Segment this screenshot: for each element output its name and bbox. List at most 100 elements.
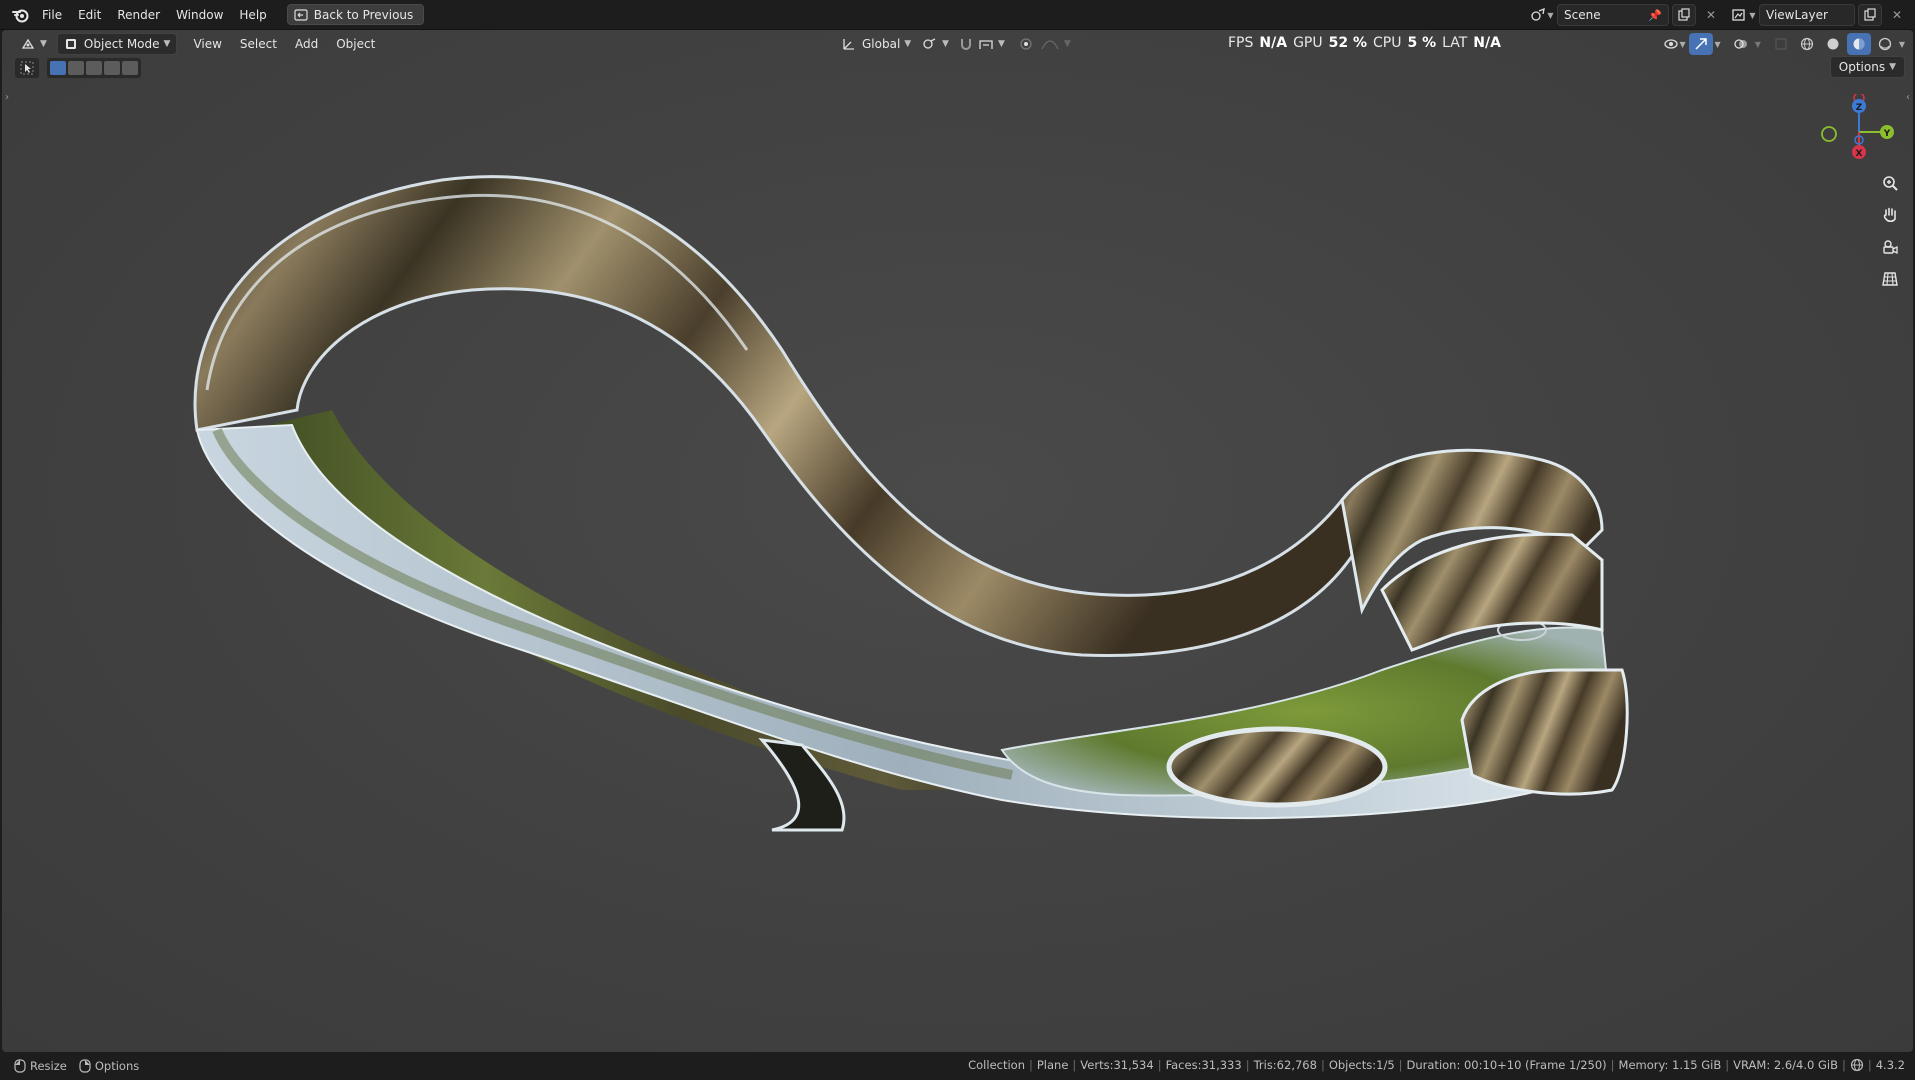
select-invert-mode[interactable] (104, 61, 120, 75)
viewport-header: ▼ Object Mode ▼ View Select Add Object G… (2, 30, 1913, 58)
workspace-selectors: ▼ Scene 📌 ✕ ▼ ViewLayer ✕ (1530, 4, 1909, 26)
view-layer-type-icon[interactable]: ▼ (1732, 4, 1756, 26)
zoom-icon[interactable] (1877, 170, 1903, 196)
menu-file[interactable]: File (34, 4, 70, 26)
cpu-label: CPU (1373, 35, 1402, 51)
blender-logo-icon[interactable] (8, 4, 34, 26)
back-screen-icon (294, 8, 308, 21)
lat-label: LAT (1442, 35, 1468, 51)
object-mode-dropdown[interactable]: Object Mode ▼ (56, 33, 178, 55)
solid-shading-icon[interactable] (1821, 33, 1845, 55)
menu-render[interactable]: Render (109, 4, 168, 26)
select-intersect-mode[interactable] (122, 61, 138, 75)
lat-value: N/A (1473, 35, 1501, 51)
select-subtract-mode[interactable] (86, 61, 102, 75)
stat-memory: Memory: 1.15 GiB (1618, 1058, 1722, 1072)
wireframe-shading-icon[interactable] (1795, 33, 1819, 55)
scene-type-icon[interactable]: ▼ (1530, 4, 1554, 26)
chevron-down-icon: ▼ (163, 39, 171, 49)
menu-object[interactable]: Object (330, 33, 381, 55)
menu-select[interactable]: Select (234, 33, 283, 55)
object-mode-label: Object Mode (83, 37, 160, 51)
back-to-previous-button[interactable]: Back to Previous (286, 4, 425, 25)
options-label: Options (1838, 60, 1886, 74)
camera-icon[interactable] (1877, 234, 1903, 260)
menu-edit[interactable]: Edit (70, 4, 109, 26)
proportional-editing-toggle[interactable]: ▼ (1012, 33, 1077, 55)
view-layer-field[interactable]: ViewLayer (1759, 4, 1855, 26)
options-hint: Options (94, 1059, 140, 1073)
proportional-icon (1020, 38, 1032, 50)
editor-type-icon (21, 38, 35, 49)
menu-view[interactable]: View (187, 33, 227, 55)
menu-window[interactable]: Window (168, 4, 231, 26)
object-mode-icon (65, 39, 76, 49)
select-extend-mode[interactable] (68, 61, 84, 75)
viewport-display-tools: ▼ ▼ ▼ ▼ (1663, 33, 1905, 55)
mouse-right-icon (79, 1059, 91, 1073)
fps-label: FPS (1228, 35, 1254, 51)
back-to-previous-label: Back to Previous (313, 7, 414, 22)
fps-value: N/A (1259, 35, 1288, 51)
magnet-icon (961, 39, 971, 50)
scene-name-field[interactable]: Scene 📌 (1557, 4, 1669, 26)
toolbar-expand-arrow[interactable]: › (5, 92, 9, 103)
hand-icon[interactable] (1877, 202, 1903, 228)
material-preview-shading-icon[interactable] (1846, 33, 1871, 55)
new-view-layer-icon[interactable] (1858, 4, 1882, 26)
scene-statistics: Collection | Plane | Verts:31,534 | Faces:3… (968, 1058, 1905, 1072)
shading-dropdown-icon[interactable]: ▼ (1899, 40, 1905, 49)
visibility-icon[interactable]: ▼ (1663, 33, 1687, 55)
mouse-left-icon (14, 1059, 26, 1073)
options-dropdown[interactable]: Options ▼ (1829, 56, 1905, 78)
falloff-icon (1041, 40, 1059, 50)
stat-objects: Objects:1/5 (1328, 1058, 1395, 1072)
close-scene-icon[interactable]: ✕ (1699, 4, 1723, 26)
pivot-point-dropdown[interactable]: ▼ (916, 33, 955, 55)
gizmo-z-label: Z (1856, 103, 1863, 113)
menu-help[interactable]: Help (231, 4, 274, 26)
editor-type-button[interactable]: ▼ (14, 33, 53, 55)
scene-name: Scene (1564, 8, 1601, 22)
selection-mode-group (46, 57, 142, 79)
pivot-icon (923, 38, 936, 49)
select-tool-button[interactable] (14, 57, 40, 79)
gpu-label: GPU (1293, 35, 1323, 51)
xray-toggle-icon[interactable] (1769, 33, 1793, 55)
overlay-toggle-icon[interactable] (1729, 33, 1753, 55)
close-view-layer-icon[interactable]: ✕ (1885, 4, 1909, 26)
navigation-gizmo[interactable]: Y Z X (1817, 94, 1897, 174)
pin-icon[interactable]: 📌 (1648, 9, 1662, 22)
orientation-icon (843, 39, 854, 50)
orientation-label: Global (862, 37, 901, 51)
metal-clip-object[interactable] (2, 30, 1913, 1052)
view-layer-name: ViewLayer (1766, 8, 1828, 22)
stat-object: Plane (1036, 1058, 1069, 1072)
status-hints: Resize Options (14, 1059, 139, 1073)
sidebar-expand-arrow[interactable]: ‹ (1906, 92, 1910, 103)
stat-verts: Verts:31,534 (1080, 1058, 1154, 1072)
top-menu-bar: File Edit Render Window Help Back to Pre… (0, 0, 1915, 30)
navigation-tools (1877, 170, 1903, 292)
performance-overlay: FPS N/A GPU 52 % CPU 5 % LAT N/A (1228, 32, 1501, 54)
select-new-mode[interactable] (50, 61, 66, 75)
network-icon (1850, 1058, 1863, 1072)
gizmo-dropdown-icon[interactable]: ▼ (1715, 40, 1721, 49)
grid-icon[interactable] (1877, 266, 1903, 292)
menu-add[interactable]: Add (289, 33, 324, 55)
rendered-shading-icon[interactable] (1873, 33, 1897, 55)
new-scene-icon[interactable] (1672, 4, 1696, 26)
blender-version: 4.3.2 (1875, 1058, 1905, 1072)
gizmo-toggle-icon[interactable] (1688, 33, 1713, 55)
gizmo-y-label: Y (1883, 129, 1891, 139)
cursor-icon (20, 61, 34, 75)
transform-orientation-dropdown[interactable]: Global ▼ (836, 33, 917, 55)
stat-duration: Duration: 00:10+10 (Frame 1/250) (1406, 1058, 1607, 1072)
gpu-value: 52 % (1328, 35, 1367, 51)
tool-settings-row (14, 56, 142, 80)
3d-viewport[interactable]: ▼ Object Mode ▼ View Select Add Object G… (2, 30, 1913, 1052)
stat-tris: Tris:62,768 (1253, 1058, 1317, 1072)
gizmo-x-label: X (1856, 149, 1863, 159)
snap-toggle[interactable]: ▼ (952, 33, 1011, 55)
overlay-dropdown-icon[interactable]: ▼ (1755, 40, 1761, 49)
